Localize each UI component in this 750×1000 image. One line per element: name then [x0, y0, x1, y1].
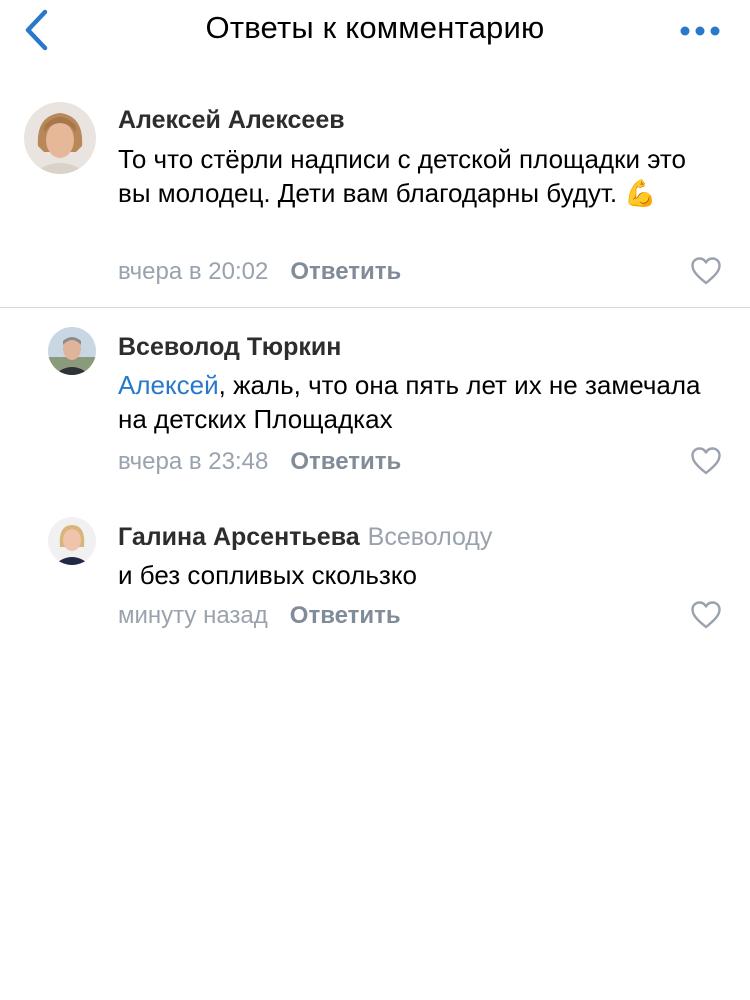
comment-author[interactable]: Алексей Алексеев [118, 106, 345, 135]
avatar[interactable] [48, 327, 96, 375]
divider [0, 307, 750, 308]
comment-author: Галина Арсентьева Всеволоду [118, 523, 492, 552]
author-name: Всеволод Тюркин [118, 333, 342, 361]
comment-time: минуту назад [118, 602, 268, 629]
comment-time: вчера в 20:02 [118, 258, 269, 285]
page-title: Ответы к комментарию [205, 10, 545, 45]
mention-link[interactable]: Алексей [118, 370, 219, 400]
user-avatar-icon [24, 102, 96, 174]
reply-button[interactable]: Ответить [290, 258, 401, 285]
heart-icon [691, 257, 721, 285]
nav-bar: Ответы к комментарию [0, 0, 750, 62]
comment-text: и без сопливых скользко [118, 560, 417, 590]
heart-icon [691, 447, 721, 475]
comment-text: То что стёрли надписи с детской площадки… [118, 144, 686, 208]
more-options-button[interactable] [660, 14, 720, 48]
reply-button[interactable]: Ответить [290, 602, 401, 629]
author-name: Алексей Алексеев [118, 106, 345, 134]
user-avatar-icon [48, 327, 96, 375]
comment-meta: минуту назад Ответить [118, 602, 401, 630]
comment-meta: вчера в 23:48 Ответить [118, 448, 401, 476]
comment-time: вчера в 23:48 [118, 448, 269, 475]
author-name[interactable]: Галина Арсентьева [118, 523, 360, 551]
comment-author[interactable]: Всеволод Тюркин [118, 333, 341, 362]
like-button[interactable] [690, 256, 722, 286]
heart-icon [691, 601, 721, 629]
reply-button[interactable]: Ответить [290, 448, 401, 475]
like-button[interactable] [690, 446, 722, 476]
reply-to-label[interactable]: Всеволоду [368, 523, 493, 551]
avatar[interactable] [48, 517, 96, 565]
more-icon [680, 26, 720, 36]
comment-text: Алексей, жаль, что она пять лет их не за… [118, 368, 718, 436]
like-button[interactable] [690, 600, 722, 630]
avatar[interactable] [24, 102, 96, 174]
user-avatar-icon [48, 517, 96, 565]
comment-meta: вчера в 20:02 Ответить [118, 258, 401, 286]
